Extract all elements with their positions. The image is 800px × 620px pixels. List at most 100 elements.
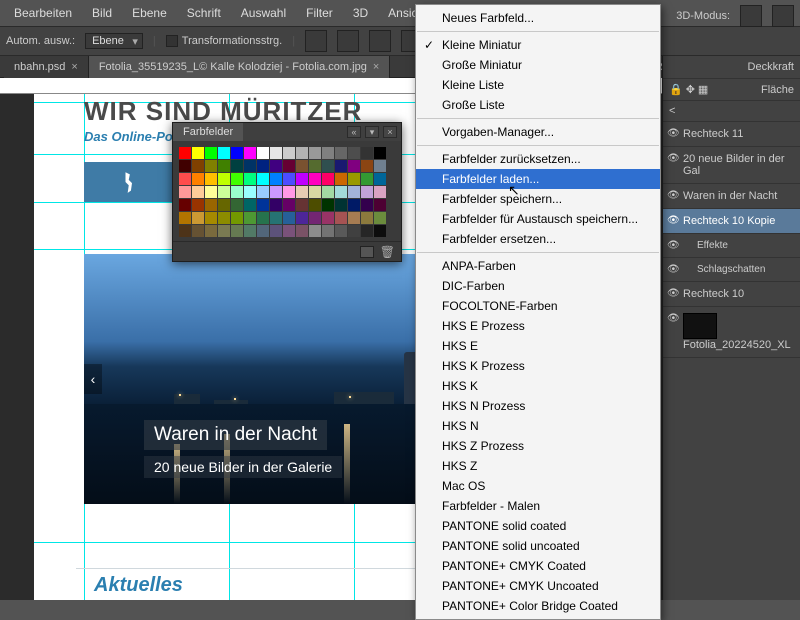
swatch-cell[interactable]	[374, 173, 386, 185]
menu-item[interactable]: HKS N	[416, 416, 660, 436]
swatch-cell[interactable]	[192, 186, 204, 198]
swatch-cell[interactable]	[192, 173, 204, 185]
menu-item[interactable]: DIC-Farben	[416, 276, 660, 296]
swatch-cell[interactable]	[361, 160, 373, 172]
swatch-cell[interactable]	[257, 199, 269, 211]
swatch-cell[interactable]	[179, 199, 191, 211]
swatches-tab[interactable]: Farbfelder	[173, 123, 243, 141]
swatch-cell[interactable]	[296, 212, 308, 224]
swatch-cell[interactable]	[205, 173, 217, 185]
swatch-cell[interactable]	[179, 225, 191, 237]
swatch-cell[interactable]	[244, 212, 256, 224]
mode3d-icon[interactable]	[772, 5, 794, 27]
swatch-cell[interactable]	[322, 147, 334, 159]
swatch-cell[interactable]	[192, 212, 204, 224]
lock-all-icon[interactable]: ▦	[698, 83, 708, 96]
menu-ebene[interactable]: Ebene	[122, 0, 177, 26]
swatch-cell[interactable]	[335, 225, 347, 237]
close-icon[interactable]: ×	[373, 56, 379, 78]
swatch-cell[interactable]	[205, 160, 217, 172]
swatch-cell[interactable]	[257, 147, 269, 159]
swatch-cell[interactable]	[309, 147, 321, 159]
lock-icon[interactable]: 🔒	[669, 83, 683, 96]
move-icon[interactable]: ✥	[686, 83, 695, 96]
swatch-cell[interactable]	[244, 173, 256, 185]
swatch-cell[interactable]	[257, 160, 269, 172]
swatch-cell[interactable]	[192, 225, 204, 237]
swatch-cell[interactable]	[218, 225, 230, 237]
swatch-cell[interactable]	[192, 160, 204, 172]
swatch-cell[interactable]	[270, 147, 282, 159]
swatch-cell[interactable]	[270, 225, 282, 237]
swatch-cell[interactable]	[335, 212, 347, 224]
swatch-cell[interactable]	[296, 186, 308, 198]
swatch-cell[interactable]	[348, 160, 360, 172]
swatch-cell[interactable]	[270, 212, 282, 224]
swatch-cell[interactable]	[283, 212, 295, 224]
swatch-cell[interactable]	[283, 173, 295, 185]
swatch-cell[interactable]	[218, 160, 230, 172]
swatch-cell[interactable]	[309, 160, 321, 172]
swatch-cell[interactable]	[309, 173, 321, 185]
swatch-cell[interactable]	[205, 186, 217, 198]
swatch-cell[interactable]	[205, 225, 217, 237]
document-tab[interactable]: nbahn.psd ×	[4, 56, 89, 78]
swatch-cell[interactable]	[374, 199, 386, 211]
layer-row[interactable]: 👁Waren in der Nacht	[663, 184, 800, 209]
swatch-cell[interactable]	[296, 147, 308, 159]
swatch-cell[interactable]	[322, 173, 334, 185]
swatch-cell[interactable]	[309, 225, 321, 237]
swatch-cell[interactable]	[218, 173, 230, 185]
swatch-cell[interactable]	[361, 173, 373, 185]
swatch-cell[interactable]	[179, 147, 191, 159]
menu-schrift[interactable]: Schrift	[177, 0, 231, 26]
visibility-icon[interactable]: 👁	[667, 153, 680, 164]
swatch-cell[interactable]	[179, 186, 191, 198]
mode3d-icon[interactable]	[740, 5, 762, 27]
menu-item[interactable]: Mac OS	[416, 476, 660, 496]
layer-row[interactable]: 👁20 neue Bilder in der Gal	[663, 147, 800, 184]
menu-item[interactable]: HKS K Prozess	[416, 356, 660, 376]
visibility-icon[interactable]: 👁	[667, 240, 680, 251]
swatches-grid[interactable]	[173, 141, 401, 241]
visibility-icon[interactable]: 👁	[667, 288, 680, 299]
swatch-cell[interactable]	[218, 212, 230, 224]
swatches-panel[interactable]: Farbfelder « ▾ × 🗑	[172, 122, 402, 262]
menu-item[interactable]: FOCOLTONE-Farben	[416, 296, 660, 316]
menu-item[interactable]: PANTONE+ CMYK Uncoated	[416, 576, 660, 596]
swatch-cell[interactable]	[361, 186, 373, 198]
swatch-cell[interactable]	[374, 186, 386, 198]
swatch-cell[interactable]	[244, 225, 256, 237]
layer-row[interactable]: 👁Rechteck 10 Kopie	[663, 209, 800, 234]
menu-item[interactable]: Vorgaben-Manager...	[416, 122, 660, 142]
swatch-cell[interactable]	[231, 212, 243, 224]
swatch-cell[interactable]	[257, 212, 269, 224]
swatch-cell[interactable]	[283, 147, 295, 159]
swatch-cell[interactable]	[270, 173, 282, 185]
menu-item[interactable]: Große Liste	[416, 95, 660, 115]
menu-item[interactable]: PANTONE+ CMYK Coated	[416, 556, 660, 576]
visibility-icon[interactable]: 👁	[667, 128, 680, 139]
align-icon[interactable]	[305, 30, 327, 52]
swatch-cell[interactable]	[335, 160, 347, 172]
swatch-cell[interactable]	[218, 199, 230, 211]
swatch-cell[interactable]	[374, 147, 386, 159]
blend-mode-dropdown[interactable]	[720, 60, 743, 74]
swatch-cell[interactable]	[322, 199, 334, 211]
layer-row[interactable]: 👁Rechteck 10	[663, 282, 800, 307]
panel-menu-icon[interactable]: ▾	[365, 126, 379, 138]
swatch-cell[interactable]	[335, 186, 347, 198]
swatch-cell[interactable]	[244, 147, 256, 159]
swatch-cell[interactable]	[348, 225, 360, 237]
swatch-cell[interactable]	[283, 186, 295, 198]
swatch-cell[interactable]	[270, 160, 282, 172]
swatch-cell[interactable]	[257, 173, 269, 185]
swatch-cell[interactable]	[309, 212, 321, 224]
swatch-cell[interactable]	[244, 160, 256, 172]
menu-item[interactable]: Farbfelder für Austausch speichern...	[416, 209, 660, 229]
swatch-cell[interactable]	[283, 160, 295, 172]
menu-item[interactable]: PANTONE solid uncoated	[416, 536, 660, 556]
menu-item[interactable]: Farbfelder laden...	[416, 169, 660, 189]
menu-filter[interactable]: Filter	[296, 0, 343, 26]
swatch-cell[interactable]	[257, 186, 269, 198]
